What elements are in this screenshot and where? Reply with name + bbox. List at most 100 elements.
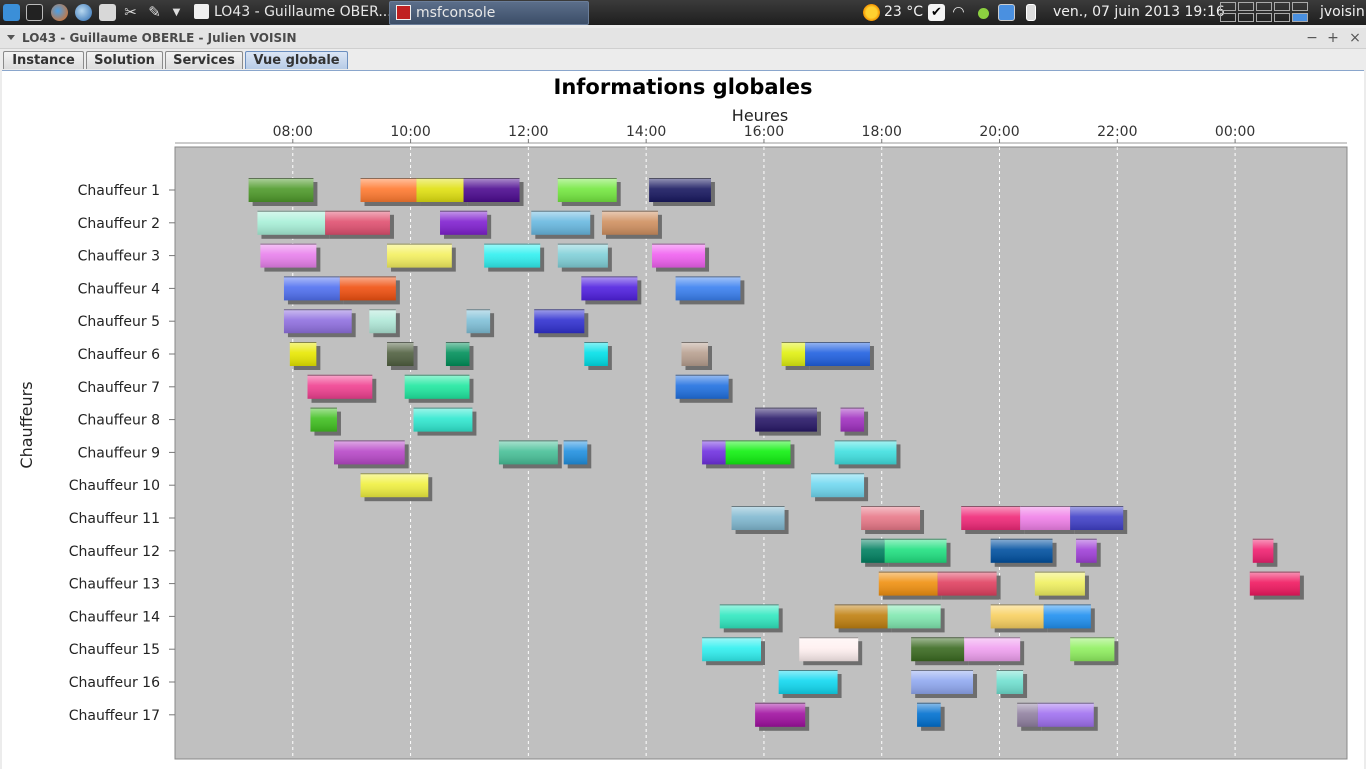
y-tick-label: Chauffeur 14 — [69, 609, 160, 625]
close-button[interactable]: × — [1347, 28, 1363, 48]
task-bar-gloss — [1043, 604, 1091, 629]
task-bar-gloss — [283, 276, 340, 301]
task-bar-gloss — [1249, 571, 1300, 596]
wifi-icon[interactable]: ◠ — [950, 4, 967, 21]
task-bar-gloss — [387, 342, 414, 366]
task-bar-gloss — [990, 604, 1044, 629]
y-tick-label: Chauffeur 10 — [69, 478, 160, 494]
chevron-down-icon[interactable]: ▼ — [168, 4, 185, 21]
y-tick-label: Chauffeur 11 — [69, 511, 160, 527]
task-bar-gloss — [1252, 538, 1274, 563]
task-bar-gloss — [702, 440, 726, 465]
task-bar-gloss — [563, 440, 588, 465]
task-bar-gloss — [1037, 702, 1094, 727]
y-tick-label: Chauffeur 1 — [78, 183, 160, 199]
x-axis-label: Heures — [732, 106, 788, 125]
workspace-5[interactable] — [1292, 2, 1308, 11]
task-bar-gloss — [731, 506, 785, 530]
workspace-7[interactable] — [1238, 13, 1254, 22]
task-bar-gloss — [498, 440, 558, 465]
settings-icon[interactable]: ✂ — [122, 4, 139, 21]
task-bar-gloss — [369, 309, 396, 334]
workspace-3[interactable] — [1256, 2, 1272, 11]
task-bar-gloss — [725, 440, 791, 465]
task-msfconsole[interactable]: msfconsole — [389, 1, 589, 25]
task-lo43-window[interactable]: LO43 - Guillaume OBER... — [188, 1, 392, 23]
chart-title: Informations globales — [554, 75, 813, 99]
task-bar-gloss — [675, 374, 729, 399]
task-bar-gloss — [283, 309, 352, 334]
task-bar-gloss — [360, 473, 429, 498]
task-bar-gloss — [834, 440, 897, 465]
workspace-4[interactable] — [1274, 2, 1290, 11]
window-titlebar[interactable]: LO43 - Guillaume OBERLE - Julien VOISIN … — [0, 28, 1366, 49]
y-tick-label: Chauffeur 16 — [69, 675, 160, 691]
firefox-icon[interactable] — [51, 4, 68, 21]
maximize-button[interactable]: + — [1325, 28, 1341, 48]
window-menu-icon[interactable] — [7, 35, 15, 40]
task-msfconsole-label: msfconsole — [416, 5, 496, 21]
clock[interactable]: ven., 07 juin 2013 19:16 — [1053, 0, 1225, 25]
task-bar-gloss — [702, 637, 761, 662]
task-bar-gloss — [649, 178, 711, 202]
task-bar-gloss — [584, 342, 608, 366]
workspace-6[interactable] — [1220, 13, 1236, 22]
tab-instance[interactable]: Instance — [3, 51, 84, 69]
workspace-10-active[interactable] — [1292, 13, 1308, 22]
task-bar-gloss — [917, 702, 941, 727]
task-bar-gloss — [557, 243, 608, 268]
weather-temperature[interactable]: 23 °C — [884, 0, 923, 25]
task-bar-gloss — [675, 276, 741, 301]
task-bar-gloss — [531, 210, 591, 235]
tab-solution[interactable]: Solution — [86, 51, 163, 69]
workspace-9[interactable] — [1274, 13, 1290, 22]
task-bar-gloss — [1070, 637, 1115, 662]
y-tick-label: Chauffeur 7 — [78, 380, 160, 396]
task-bar-gloss — [440, 210, 488, 235]
chauffeur-row: Chauffeur 2 — [78, 210, 662, 239]
checkbox-tray-icon[interactable]: ✔ — [928, 4, 945, 21]
tools-icon[interactable]: ✎ — [146, 4, 163, 21]
status-dot-icon[interactable] — [978, 8, 989, 19]
task-bar-gloss — [755, 702, 806, 727]
task-bar-gloss — [1076, 538, 1097, 563]
task-bar-gloss — [887, 604, 941, 629]
task-bar-gloss — [878, 571, 938, 596]
workspace-switcher[interactable] — [1220, 0, 1312, 25]
task-bar-gloss — [339, 276, 396, 301]
weather-sun-icon[interactable] — [863, 4, 880, 21]
task-bar-gloss — [1034, 571, 1085, 596]
task-bar-gloss — [996, 670, 1024, 694]
task-bar-gloss — [884, 538, 947, 563]
task-bar-gloss — [260, 243, 317, 268]
task-bar-gloss — [755, 407, 817, 432]
chauffeur-row: Chauffeur 1 — [78, 178, 715, 206]
workspace-8[interactable] — [1256, 13, 1272, 22]
tab-vue-globale[interactable]: Vue globale — [245, 51, 348, 69]
task-bar-gloss — [911, 670, 974, 694]
xfce-menu-icon[interactable] — [3, 4, 20, 21]
battery-icon[interactable] — [1026, 4, 1036, 21]
chart-panel: Informations globales Heures Chauffeurs … — [2, 70, 1364, 769]
file-manager-icon[interactable] — [99, 4, 116, 21]
workspace-2[interactable] — [1238, 2, 1254, 11]
top-panel: ✂ ✎ ▼ LO43 - Guillaume OBER... msfconsol… — [0, 0, 1366, 25]
user-name[interactable]: jvoisin — [1320, 0, 1365, 25]
y-tick-label: Chauffeur 9 — [78, 445, 160, 461]
task-bar-gloss — [652, 243, 706, 268]
y-tick-label: Chauffeur 3 — [78, 249, 160, 265]
java-app-icon — [194, 4, 209, 19]
minimize-button[interactable]: − — [1304, 28, 1320, 48]
y-axis-label: Chauffeurs — [17, 381, 36, 468]
task-bar-gloss — [463, 178, 520, 202]
terminal-icon[interactable] — [26, 4, 43, 21]
x-tick-label: 14:00 — [626, 124, 666, 140]
task-bar-gloss — [964, 637, 1021, 662]
task-bar-gloss — [811, 473, 865, 498]
thunderbird-icon[interactable] — [75, 4, 92, 21]
workspace-1[interactable] — [1220, 2, 1236, 11]
mail-icon[interactable] — [998, 4, 1015, 21]
y-tick-label: Chauffeur 13 — [69, 577, 160, 593]
task-bar-gloss — [466, 309, 491, 334]
tab-services[interactable]: Services — [165, 51, 243, 69]
